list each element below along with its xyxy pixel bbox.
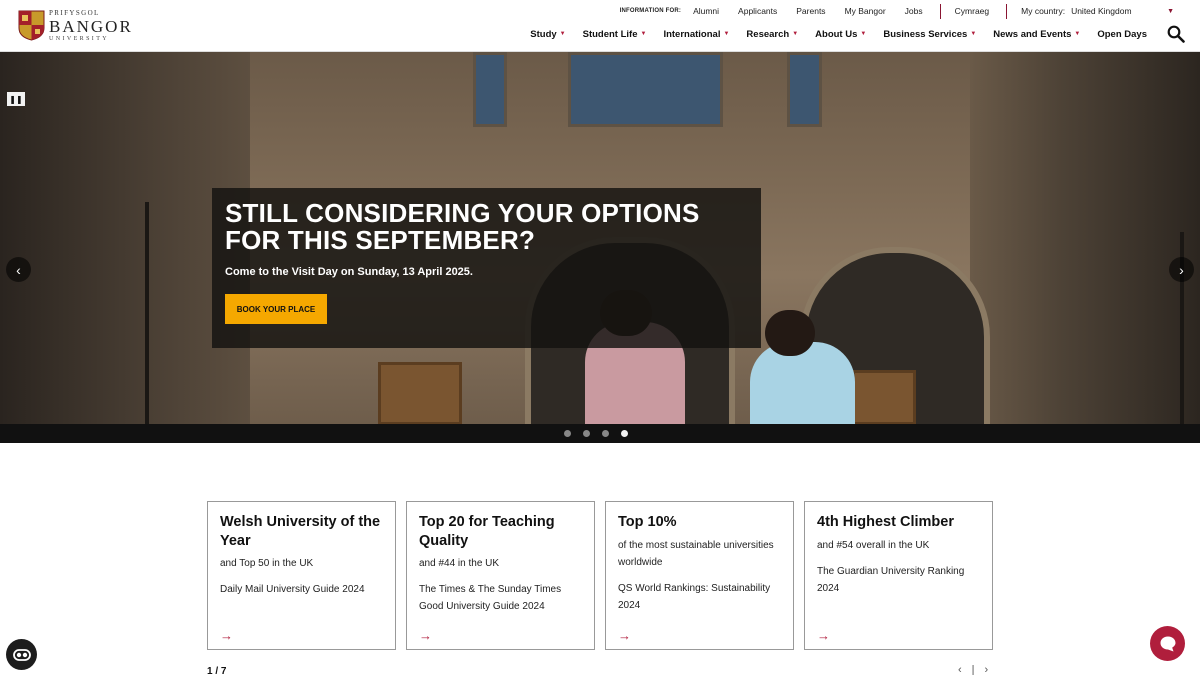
chevron-down-icon: ▼ <box>970 31 977 37</box>
cards-pager-count: 1 / 7 <box>207 666 227 675</box>
hero-background <box>970 52 1200 425</box>
card-subtitle: and #44 in the UK <box>419 558 500 569</box>
nav-study[interactable]: Study ▼ <box>530 29 565 40</box>
nav-label: International <box>663 28 721 40</box>
main-navigation: Study ▼ Student Life ▼ International ▼ Rese… <box>513 27 1147 41</box>
card-subtitle: of the most sustainable universities wor… <box>618 539 774 568</box>
card-source: The Guardian University Ranking 2024 <box>817 565 965 594</box>
nav-label: Research <box>746 28 790 40</box>
building-door <box>378 362 462 425</box>
country-select[interactable]: United Kingdom <box>1071 6 1167 16</box>
site-header: PRIFYSGOL BANGOR UNIVERSITY INFORMATION … <box>0 0 1200 52</box>
ranking-card[interactable]: Top 10% of the most sustainable universi… <box>605 501 794 650</box>
util-link-alumni[interactable]: Alumni <box>693 6 719 16</box>
card-source: Daily Mail University Guide 2024 <box>220 584 365 595</box>
nav-label: Student Life <box>582 28 638 40</box>
carousel-dots <box>564 430 640 437</box>
chevron-down-icon: ▼ <box>792 31 799 37</box>
card-title: 4th Highest Climber <box>817 514 954 530</box>
cards-next-button[interactable]: › <box>985 664 989 675</box>
hero-subheading: Come to the Visit Day on Sunday, 13 Apri… <box>225 266 473 278</box>
search-icon[interactable] <box>1167 25 1185 43</box>
building-window <box>473 52 507 127</box>
cards-pager-nav: ‹ | › <box>958 664 998 675</box>
crest-icon <box>18 10 45 41</box>
nav-business-services[interactable]: Business Services ▼ <box>883 29 976 40</box>
language-toggle[interactable]: Cymraeg <box>955 6 989 16</box>
carousel-dot[interactable] <box>602 430 609 437</box>
carousel-dot[interactable] <box>564 430 571 437</box>
university-logo[interactable]: PRIFYSGOL BANGOR UNIVERSITY <box>18 9 133 42</box>
chevron-down-icon: ▼ <box>559 31 566 37</box>
nav-label: Open Days <box>1097 28 1147 40</box>
nav-research[interactable]: Research ▼ <box>746 29 798 40</box>
hero-heading: STILL CONSIDERING YOUR OPTIONS FOR THIS … <box>225 198 700 255</box>
nav-international[interactable]: International ▼ <box>663 29 729 40</box>
card-title: Top 20 for Teaching Quality <box>419 514 555 549</box>
card-source: The Times & The Sunday Times Good Univer… <box>419 584 562 612</box>
util-link-jobs[interactable]: Jobs <box>905 6 923 16</box>
nav-student-life[interactable]: Student Life ▼ <box>583 29 647 40</box>
logo-welsh-name: PRIFYSGOL <box>49 8 100 17</box>
book-your-place-button[interactable]: BOOK YOUR PLACE <box>225 294 327 324</box>
chevron-down-icon: ▼ <box>860 31 867 37</box>
carousel-dot-active[interactable] <box>621 430 628 437</box>
logo-subtitle: UNIVERSITY <box>49 35 109 42</box>
arrow-right-icon[interactable]: → <box>220 628 233 643</box>
chevron-down-icon: ▼ <box>723 31 730 37</box>
ranking-card[interactable]: Welsh University of the Year and Top 50 … <box>207 501 396 650</box>
rankings-carousel: Welsh University of the Year and Top 50 … <box>207 501 1003 650</box>
pause-icon[interactable]: ❚❚ <box>7 92 25 106</box>
nav-open-days[interactable]: Open Days <box>1097 29 1147 40</box>
nav-label: About Us <box>815 28 858 40</box>
card-title: Top 10% <box>618 514 677 530</box>
util-link-my-bangor[interactable]: My Bangor <box>845 6 886 16</box>
carousel-prev-button[interactable]: ‹ <box>6 257 31 282</box>
nav-label: Study <box>530 28 557 40</box>
nav-news-and-events[interactable]: News and Events ▼ <box>993 29 1080 40</box>
hero-text-panel: STILL CONSIDERING YOUR OPTIONS FOR THIS … <box>212 188 761 348</box>
nav-label: Business Services <box>883 28 968 40</box>
building-window <box>568 52 723 127</box>
utility-bar: INFORMATION FOR: Alumni Applicants Paren… <box>620 3 1174 19</box>
arrow-right-icon[interactable]: → <box>419 628 432 643</box>
card-title: Welsh University of the Year <box>220 514 381 549</box>
ranking-card[interactable]: 4th Highest Climber and #54 overall in t… <box>804 501 993 650</box>
card-source: QS World Rankings: Sustainability 2024 <box>618 582 771 611</box>
country-label: My country: <box>1021 6 1066 16</box>
pager-divider: | <box>971 664 975 675</box>
divider <box>1006 3 1008 19</box>
util-link-parents[interactable]: Parents <box>796 6 825 16</box>
chat-icon[interactable] <box>1150 626 1185 661</box>
lamp-post <box>145 202 149 425</box>
arrow-right-icon[interactable]: → <box>817 628 830 643</box>
carousel-dot[interactable] <box>583 430 590 437</box>
ranking-card[interactable]: Top 20 for Teaching Quality and #44 in t… <box>406 501 595 650</box>
util-link-applicants[interactable]: Applicants <box>738 6 777 16</box>
building-door <box>852 370 916 425</box>
card-subtitle: and Top 50 in the UK <box>220 558 314 569</box>
nav-about-us[interactable]: About Us ▼ <box>815 29 866 40</box>
chevron-down-icon: ▼ <box>640 31 647 37</box>
chevron-down-icon[interactable]: ▼ <box>1167 8 1174 15</box>
information-for-label: INFORMATION FOR: <box>619 8 682 14</box>
building-window <box>787 52 822 127</box>
student-figure <box>750 342 855 425</box>
accessibility-icon[interactable] <box>6 639 37 670</box>
divider <box>939 3 941 19</box>
card-subtitle: and #54 overall in the UK <box>817 539 930 551</box>
chevron-down-icon: ▼ <box>1074 31 1081 37</box>
carousel-next-button[interactable]: › <box>1169 257 1194 282</box>
arrow-right-icon[interactable]: → <box>618 628 631 643</box>
cards-prev-button[interactable]: ‹ <box>958 664 962 675</box>
student-figure <box>765 310 815 356</box>
nav-label: News and Events <box>993 28 1072 40</box>
logo-name: BANGOR <box>49 16 133 36</box>
